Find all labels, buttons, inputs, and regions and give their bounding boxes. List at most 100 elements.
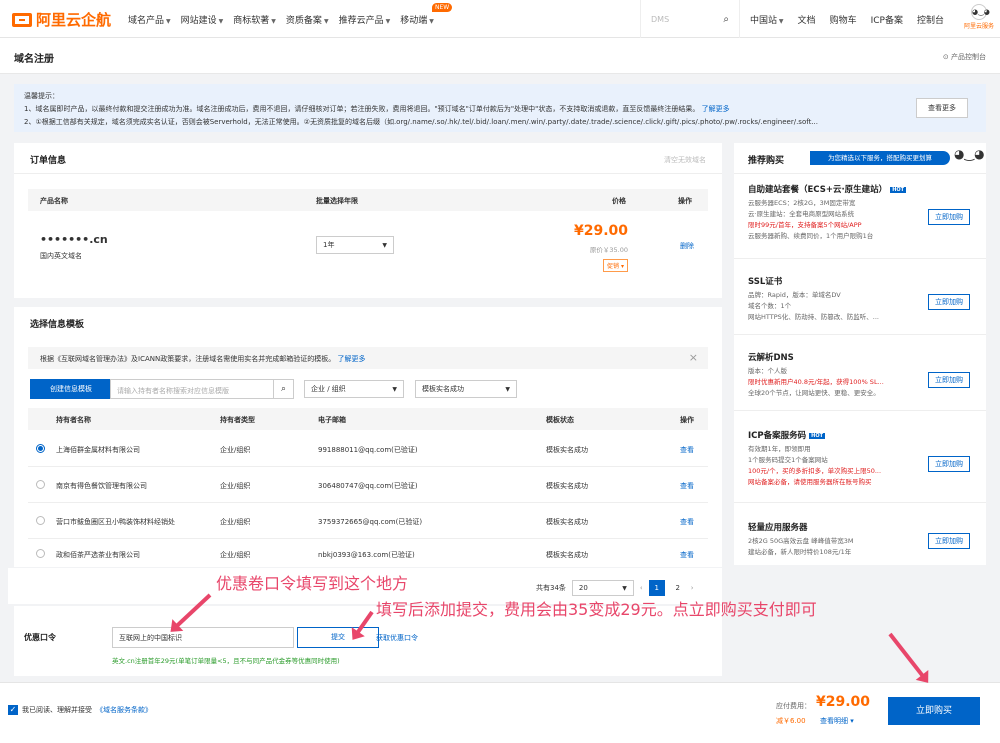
holder-type-select[interactable]: 企业 / 组织 ▼: [304, 380, 404, 398]
template-row[interactable]: 上海佰群金属材料有限公司 企业/组织 991888011@qq.com(已验证)…: [28, 431, 708, 467]
template-radio[interactable]: [36, 549, 45, 558]
clear-invalid-link[interactable]: 清空无效域名: [664, 155, 706, 165]
chevron-down-icon: ▼: [622, 584, 627, 592]
view-more-button[interactable]: 查看更多: [916, 98, 968, 118]
nav-label: 推荐云产品: [338, 15, 384, 26]
nav-item-website[interactable]: 网站建设 ▼: [181, 13, 224, 26]
template-card: 选择信息模板 根据《互联网域名管理办法》及ICANN政策要求，注册域名需使用实名…: [14, 307, 722, 567]
hot-badge: HOT: [890, 187, 907, 193]
view-link[interactable]: 查看: [680, 481, 694, 491]
notice-line1: 1、域名属即时产品，以最终付款和提交注册成功为准。域名注册成功后，费用不退回，请…: [24, 105, 700, 113]
notice-line2: 2、①根据工信部有关规定，域名须完成实名认证，否则会被Serverhold，无法…: [24, 118, 818, 126]
template-status: 模板实名成功: [546, 518, 588, 526]
nav-item-trademark[interactable]: 商标软著 ▼: [233, 13, 276, 26]
chevron-down-icon: ▼: [777, 17, 784, 25]
create-template-button[interactable]: 创建信息模板: [30, 379, 112, 399]
order-price: ¥29.00: [573, 223, 628, 239]
coupon-submit-button[interactable]: 提交: [297, 627, 379, 648]
assistant-avatar[interactable]: ◕‿◕ 阿里云服务: [960, 2, 998, 36]
sidebar-item-lightweight: 轻量应用服务器 2核2G 50G高效云盘 峰峰值带宽3M 建站必备，新人限时特价…: [734, 515, 986, 565]
delete-link[interactable]: 删除: [680, 241, 694, 251]
order-title: 订单信息: [30, 156, 67, 166]
promo-label: 促销: [607, 263, 620, 270]
view-link[interactable]: 查看: [680, 445, 694, 455]
holder-email: 306480747@qq.com(已验证): [318, 482, 418, 490]
view-link[interactable]: 查看: [680, 550, 694, 560]
add-to-cart-button[interactable]: 立即加购: [928, 372, 970, 388]
chevron-down-icon: ▼: [392, 385, 397, 393]
chevron-down-icon: ▼: [429, 17, 434, 25]
nav-item-license[interactable]: 资质备案 ▼: [286, 13, 329, 26]
template-search-input[interactable]: 请输入持有者名称搜索对应信息模版: [117, 386, 229, 396]
coupon-input[interactable]: 互联网上的中国标识: [112, 627, 294, 648]
nav-console[interactable]: 控制台: [917, 13, 944, 26]
payable-label: 应付费用：: [776, 702, 811, 710]
nav-item-cloud[interactable]: 推荐云产品 ▼: [339, 13, 391, 26]
template-status-select[interactable]: 模板实名成功 ▼: [415, 380, 517, 398]
view-detail-link[interactable]: 查看明细 ▾: [820, 716, 854, 726]
template-radio[interactable]: [36, 480, 45, 489]
brand-logo[interactable]: 阿里云企航: [12, 9, 111, 30]
prev-page-icon[interactable]: ‹: [640, 584, 643, 592]
nav-docs[interactable]: 文档: [798, 13, 816, 26]
col-holder: 持有者名称: [56, 416, 91, 424]
next-page-icon[interactable]: ›: [691, 584, 694, 592]
agree-checkbox[interactable]: ✓: [8, 705, 18, 715]
buy-now-button[interactable]: 立即购买: [888, 697, 980, 725]
order-card: 订单信息 清空无效域名 产品名称 批量选择年限 价格 操作 •••••••.cn…: [14, 143, 722, 298]
nav-item-domain[interactable]: 域名产品 ▼: [128, 13, 171, 26]
holder-name: 政和佰茶严选茶业有限公司: [56, 551, 140, 559]
template-info-bar: 根据《互联网域名管理办法》及ICANN政策要求，注册域名需使用实名并完成邮箱验证…: [28, 347, 708, 369]
page-size-select[interactable]: 20 ▼: [571, 580, 634, 596]
col-price: 价格: [612, 197, 626, 205]
console-link[interactable]: ⊙ 产品控制台: [943, 52, 986, 62]
holder-type: 企业/组织: [220, 518, 251, 526]
template-search[interactable]: 请输入持有者名称搜索对应信息模版 ⌕: [110, 379, 294, 399]
col-email: 电子邮箱: [318, 416, 346, 424]
years-select[interactable]: 1年 ▼: [316, 236, 394, 254]
page-1[interactable]: 1: [648, 580, 665, 596]
terms-link[interactable]: 《域名服务条款》: [96, 705, 152, 715]
chevron-down-icon: ▼: [323, 17, 329, 25]
region-switch[interactable]: 中国站 ▼: [750, 13, 784, 26]
add-to-cart-button[interactable]: 立即加购: [928, 294, 970, 310]
holder-type: 企业/组织: [220, 551, 251, 559]
template-learn-more[interactable]: 了解更多: [337, 355, 365, 363]
item-line: 全球20个节点，让网站更快、更稳、更安全。: [748, 389, 880, 397]
total-count: 共有34条: [536, 584, 566, 592]
holder-type-value: 企业 / 组织: [311, 385, 346, 393]
nav-icp[interactable]: ICP备案: [871, 13, 903, 26]
template-radio[interactable]: [36, 516, 45, 525]
get-coupon-link[interactable]: 获取优惠口令: [376, 633, 418, 643]
nav-label: 移动端: [400, 15, 428, 26]
search-icon[interactable]: ⌕: [273, 380, 293, 398]
years-value: 1年: [323, 241, 335, 249]
col-status: 模板状态: [546, 416, 574, 424]
add-to-cart-button[interactable]: 立即加购: [928, 533, 970, 549]
template-row[interactable]: 政和佰茶严选茶业有限公司 企业/组织 nbkj0393@163.com(已验证)…: [28, 539, 708, 567]
holder-name: 南京有得色餐饮管理有限公司: [56, 482, 147, 490]
item-name: 自助建站套餐（ECS+云·原生建站）: [748, 185, 888, 195]
template-row[interactable]: 营口市鲅鱼圈区丑小鸭装饰材料经销处 企业/组织 3759372665@qq.co…: [28, 503, 708, 539]
holder-email: 991888011@qq.com(已验证): [318, 446, 418, 454]
notice-panel: 温馨提示： 1、域名属即时产品，以最终付款和提交注册成功为准。域名注册成功后，费…: [14, 84, 986, 132]
nav-cart[interactable]: 购物车: [830, 13, 857, 26]
item-name: 云解析DNS: [748, 353, 794, 363]
top-search[interactable]: DMS ⌕: [640, 0, 740, 38]
robot-icon: ◕‿◕: [954, 147, 985, 161]
page-2[interactable]: 2: [671, 584, 685, 592]
template-row[interactable]: 南京有得色餐饮管理有限公司 企业/组织 306480747@qq.com(已验证…: [28, 467, 708, 503]
nav-item-mobile[interactable]: 移动端 ▼: [400, 13, 434, 26]
item-line: 网站HTTPS化、防劫持、防篡改、防监听、...: [748, 313, 879, 321]
close-icon[interactable]: ×: [689, 351, 698, 364]
add-to-cart-button[interactable]: 立即加购: [928, 209, 970, 225]
notice-learn-more[interactable]: 了解更多: [702, 105, 730, 113]
promo-tag[interactable]: 促销 ▾: [603, 259, 628, 272]
order-domain: •••••••.cn: [40, 233, 108, 246]
template-radio[interactable]: [36, 444, 45, 453]
view-link[interactable]: 查看: [680, 517, 694, 527]
col-years: 批量选择年限: [316, 197, 358, 205]
add-to-cart-button[interactable]: 立即加购: [928, 456, 970, 472]
search-icon[interactable]: ⌕: [723, 14, 729, 25]
item-name: SSL证书: [748, 277, 783, 287]
